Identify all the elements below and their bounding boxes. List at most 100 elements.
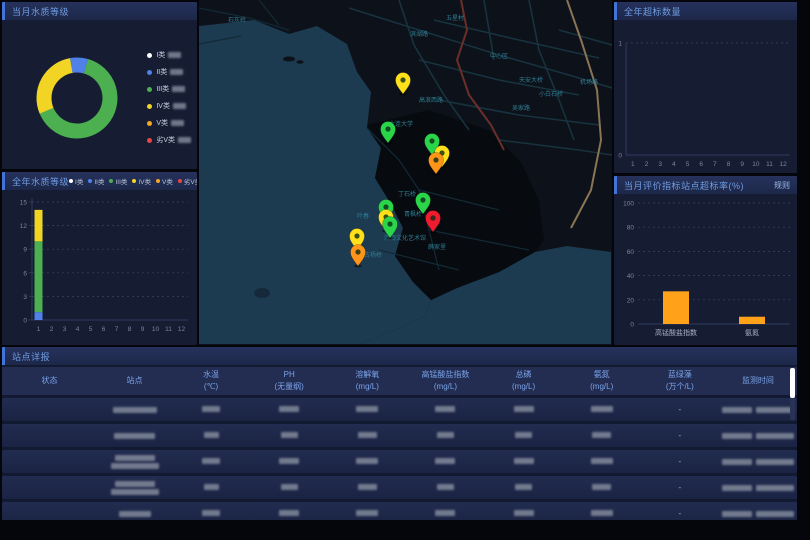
value-cell [328,405,406,414]
stacked-bar-IV类[interactable] [35,210,43,241]
value-cell [250,431,328,440]
stacked-bar-III类[interactable] [35,241,43,312]
x-tick-label: 10 [152,326,160,333]
legend-dot [147,70,152,75]
legend-item-劣V类[interactable]: 劣V类 [178,176,197,186]
station-map[interactable]: 石灰岭五星村滨湖路中心区天安大桥机场路小白石桥吴家路高浪西路大连大学丁石桥叶春青… [199,0,612,345]
panel-title-yearly-exceed: 全年超标数量 [624,5,681,18]
map-canvas[interactable]: 石灰岭五星村滨湖路中心区天安大桥机场路小白石桥吴家路高浪西路大连大学丁石桥叶春青… [199,0,612,345]
x-tick-label: 1 [631,161,635,168]
map-label: 叶春 [357,212,369,220]
value-cell [172,457,250,466]
pin-center-dot [354,233,359,238]
x-tick-label: 4 [76,326,80,333]
table-scrollbar-thumb[interactable] [790,368,795,398]
x-tick-label: 9 [141,326,145,333]
legend-item-V类[interactable]: V类 [156,176,173,186]
value-cell [406,457,484,466]
pin-center-dot [430,215,435,220]
column-header-监测时间: 监测时间 [719,375,797,387]
legend-item-IV类[interactable]: IV类 [147,101,191,111]
table-row[interactable]: - [2,398,797,421]
site-cell [97,455,172,469]
column-header-高锰酸盐指数: 高锰酸盐指数(mg/L) [406,369,484,392]
algae-cell: - [641,405,719,414]
map-label: 丁石桥 [398,190,416,198]
table-scrollbar-track[interactable] [790,368,795,420]
legend-dot [147,138,152,143]
y-tick-label: 40 [627,273,635,280]
donut-slice-II类[interactable] [71,65,86,66]
value-cell [406,483,484,492]
y-tick-label: 80 [627,225,635,232]
rules-link[interactable]: 规则 [774,180,790,191]
legend-dot [109,179,113,183]
map-label: 机场路 [580,78,598,86]
algae-cell: - [641,509,719,518]
pin-center-dot [400,77,405,82]
value-cell [406,405,484,414]
value-cell [328,431,406,440]
legend-item-III类[interactable]: III类 [147,84,191,94]
map-label: 小白石桥 [539,90,563,98]
x-tick-label: 9 [740,161,744,168]
value-cell [250,483,328,492]
legend-dot [147,104,152,109]
monthly-rate-bar-chart: 020406080100高锰酸盐指数氨氮 [614,194,797,345]
legend-item-II类[interactable]: II类 [147,67,191,77]
table-row[interactable]: - [2,502,797,520]
legend-dot [147,121,152,126]
map-island [283,57,295,62]
legend-dot [147,87,152,92]
legend-item-IV类[interactable]: IV类 [132,176,151,186]
legend-label: 劣V类 [156,135,175,145]
legend-dot [147,53,152,58]
legend-item-V类[interactable]: V类 [147,118,191,128]
legend-item-劣V类[interactable]: 劣V类 [147,135,191,145]
map-label: 薛家里 [428,243,446,251]
time-cell [719,459,797,465]
x-tick-label: 8 [128,326,132,333]
rate-bar-高锰酸盐指数[interactable] [663,291,689,324]
legend-item-I类[interactable]: I类 [69,176,83,186]
legend-dot [132,179,136,183]
y-tick-label: 0 [23,318,27,325]
table-row[interactable]: - [2,476,797,499]
y-tick-label: 100 [623,201,634,208]
map-label: 天安大桥 [519,76,543,84]
panel-header: 全年超标数量 [614,2,797,20]
table-row[interactable]: - [2,450,797,473]
donut-legend: I类 II类 III类 IV类 V类 劣V类 [147,50,191,152]
value-cell [485,457,563,466]
legend-label: I类 [156,50,165,60]
y-tick-label: 15 [20,200,28,207]
legend-item-II类[interactable]: II类 [88,176,104,186]
rate-bar-氨氮[interactable] [739,317,765,324]
map-pond [254,288,270,298]
legend-value-redacted [173,103,186,109]
value-cell [563,405,641,414]
table-row[interactable]: - [2,424,797,447]
algae-cell: - [641,431,719,440]
x-category-label: 高锰酸盐指数 [655,328,697,337]
legend-item-III类[interactable]: III类 [109,176,127,186]
stacked-bar-II类[interactable] [35,312,43,320]
time-cell [719,407,797,413]
panel-title-yearly-grade: 全年水质等级 [12,175,69,188]
x-tick-label: 1 [37,326,41,333]
x-tick-label: 6 [102,326,106,333]
column-header-溶解氧: 溶解氧(mg/L) [328,369,406,392]
x-tick-label: 2 [645,161,649,168]
y-tick-label: 0 [618,153,622,160]
value-cell [328,483,406,492]
panel-header: 全年水质等级 I类 II类 III类 IV类 V类 劣V类 [2,172,197,190]
donut-slice-IV类[interactable] [44,66,71,111]
yearly-grade-bar-chart: 03691215123456789101112 [2,190,197,345]
column-header-状态: 状态 [2,375,97,387]
panel-title-station-report: 站点详报 [12,350,50,363]
legend-item-I类[interactable]: I类 [147,50,191,60]
x-tick-label: 5 [686,161,690,168]
legend-dot [88,179,92,183]
y-tick-label: 20 [627,297,635,304]
map-label: 石灰岭 [228,16,246,24]
